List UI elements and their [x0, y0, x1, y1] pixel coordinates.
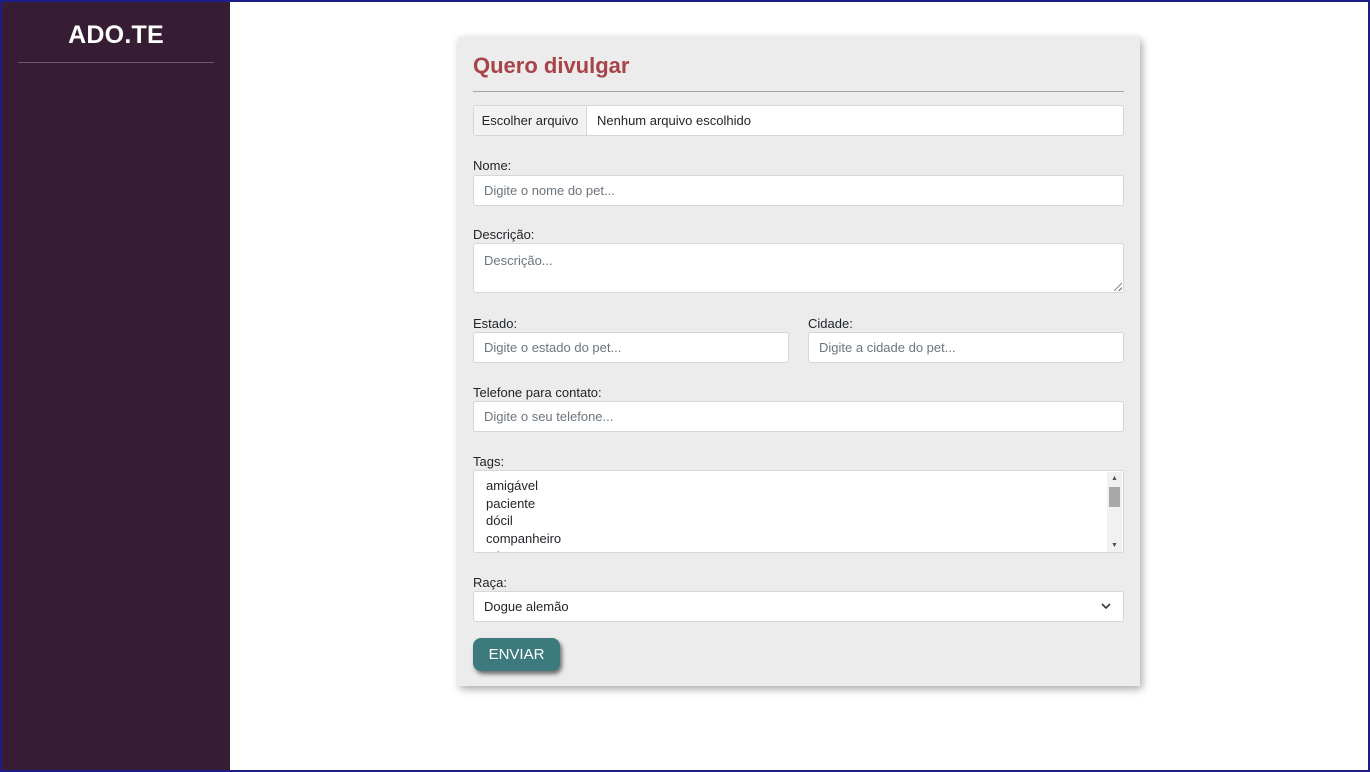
estado-label: Estado:: [473, 316, 518, 331]
tag-option[interactable]: ativo: [486, 548, 1123, 552]
nome-placeholder: Digite o nome do pet...: [484, 183, 615, 198]
cidade-placeholder: Digite a cidade do pet...: [819, 340, 956, 355]
scroll-down-arrow-icon[interactable]: ▼: [1107, 539, 1122, 552]
tags-scrollbar[interactable]: ▲ ▼: [1107, 472, 1122, 552]
file-upload-input[interactable]: Escolher arquivo Nenhum arquivo escolhid…: [473, 105, 1124, 136]
estado-placeholder: Digite o estado do pet...: [484, 340, 622, 355]
telefone-placeholder: Digite o seu telefone...: [484, 409, 614, 424]
raca-label: Raça:: [473, 575, 507, 590]
submit-button[interactable]: ENVIAR: [473, 638, 560, 671]
raca-select[interactable]: Dogue alemão: [473, 591, 1124, 622]
raca-selected-value: Dogue alemão: [484, 599, 569, 614]
tag-option[interactable]: companheiro: [486, 530, 1123, 548]
cidade-label: Cidade:: [808, 316, 853, 331]
sidebar: ADO.TE: [2, 2, 230, 770]
title-divider: [473, 91, 1124, 92]
chevron-down-icon: [1101, 603, 1111, 610]
descricao-label: Descrição:: [473, 227, 535, 242]
publish-form-card: Quero divulgar Escolher arquivo Nenhum a…: [458, 37, 1140, 686]
tag-option[interactable]: amigável: [486, 477, 1123, 495]
descricao-placeholder: Descrição...: [484, 253, 553, 268]
scroll-up-arrow-icon[interactable]: ▲: [1107, 472, 1122, 485]
nome-input[interactable]: Digite o nome do pet...: [473, 175, 1124, 206]
telefone-label: Telefone para contato:: [473, 385, 602, 400]
choose-file-button[interactable]: Escolher arquivo: [474, 106, 587, 135]
brand-logo[interactable]: ADO.TE: [18, 2, 214, 63]
form-title: Quero divulgar: [473, 53, 630, 78]
estado-input[interactable]: Digite o estado do pet...: [473, 332, 789, 363]
file-status-text: Nenhum arquivo escolhido: [597, 113, 751, 128]
tags-label: Tags:: [473, 454, 505, 469]
scrollbar-thumb[interactable]: [1109, 487, 1120, 507]
cidade-input[interactable]: Digite a cidade do pet...: [808, 332, 1124, 363]
tag-option[interactable]: dócil: [486, 512, 1123, 530]
resize-grip-icon[interactable]: [1114, 283, 1122, 291]
telefone-input[interactable]: Digite o seu telefone...: [473, 401, 1124, 432]
nome-label: Nome:: [473, 158, 512, 173]
tags-multiselect[interactable]: amigável paciente dócil companheiro ativ…: [473, 470, 1124, 553]
tag-option[interactable]: paciente: [486, 495, 1123, 513]
descricao-textarea[interactable]: Descrição...: [473, 243, 1124, 293]
